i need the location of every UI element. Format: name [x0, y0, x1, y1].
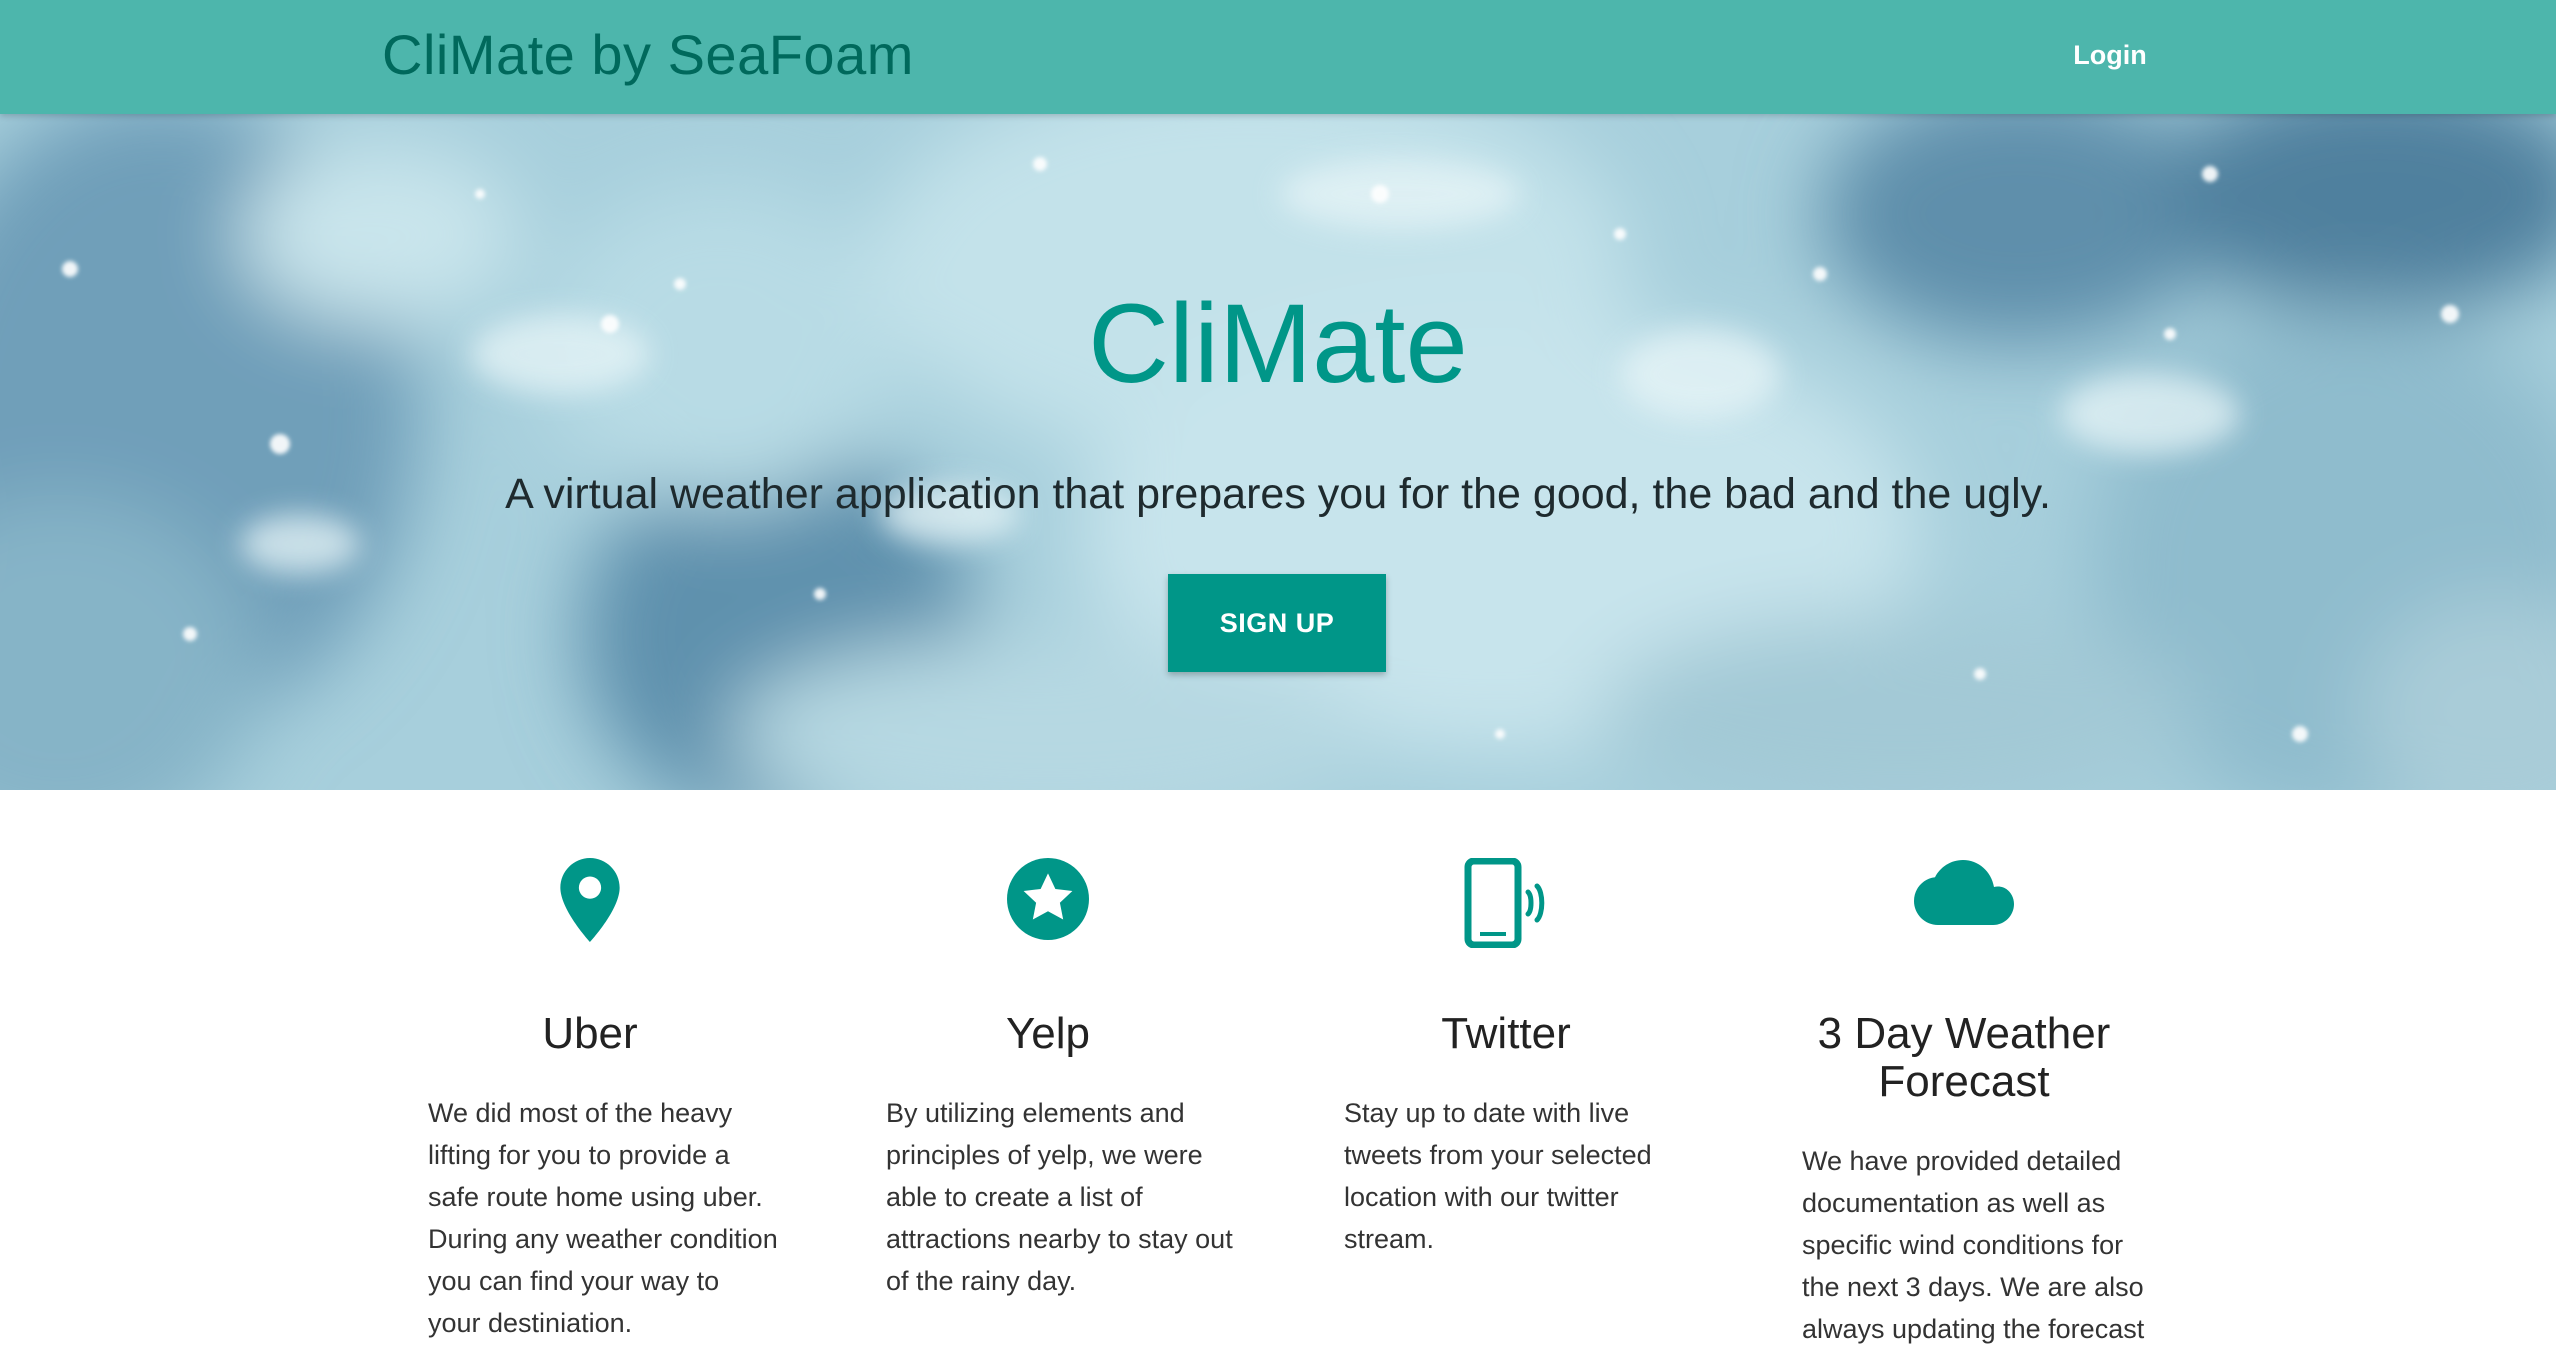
features-section: Uber We did most of the heavy lifting fo…	[0, 790, 2556, 1344]
feature-description: We have provided detailed documentation …	[1802, 1146, 2145, 1344]
phone-vibrate-icon	[1316, 858, 1696, 958]
feature-title: Yelp	[1005, 1009, 1091, 1058]
feature-title: Twitter	[1441, 1009, 1571, 1058]
navbar: CliMate by SeaFoam Login	[0, 0, 2556, 114]
feature-title: Uber	[542, 1009, 638, 1058]
hero-subtitle: A virtual weather application that prepa…	[505, 470, 2051, 518]
cloud-icon	[1774, 858, 2154, 958]
feature-description: We did most of the heavy lifting for you…	[428, 1098, 778, 1338]
feature-title: 3 Day Weather Forecast	[1817, 1009, 2111, 1106]
login-link[interactable]: Login	[2060, 18, 2160, 92]
brand-logo[interactable]: CliMate by SeaFoam	[382, 20, 914, 90]
star-icon	[858, 858, 1238, 958]
signup-button[interactable]: SIGN UP	[1168, 574, 1386, 672]
feature-description: By utilizing elements and principles of …	[886, 1098, 1233, 1296]
hero-title: CliMate	[1088, 281, 1468, 406]
location-pin-icon	[400, 858, 780, 958]
hero-banner: CliMate A virtual weather application th…	[0, 114, 2556, 790]
feature-description: Stay up to date with live tweets from yo…	[1344, 1098, 1652, 1254]
hero-background-image	[0, 114, 2556, 790]
